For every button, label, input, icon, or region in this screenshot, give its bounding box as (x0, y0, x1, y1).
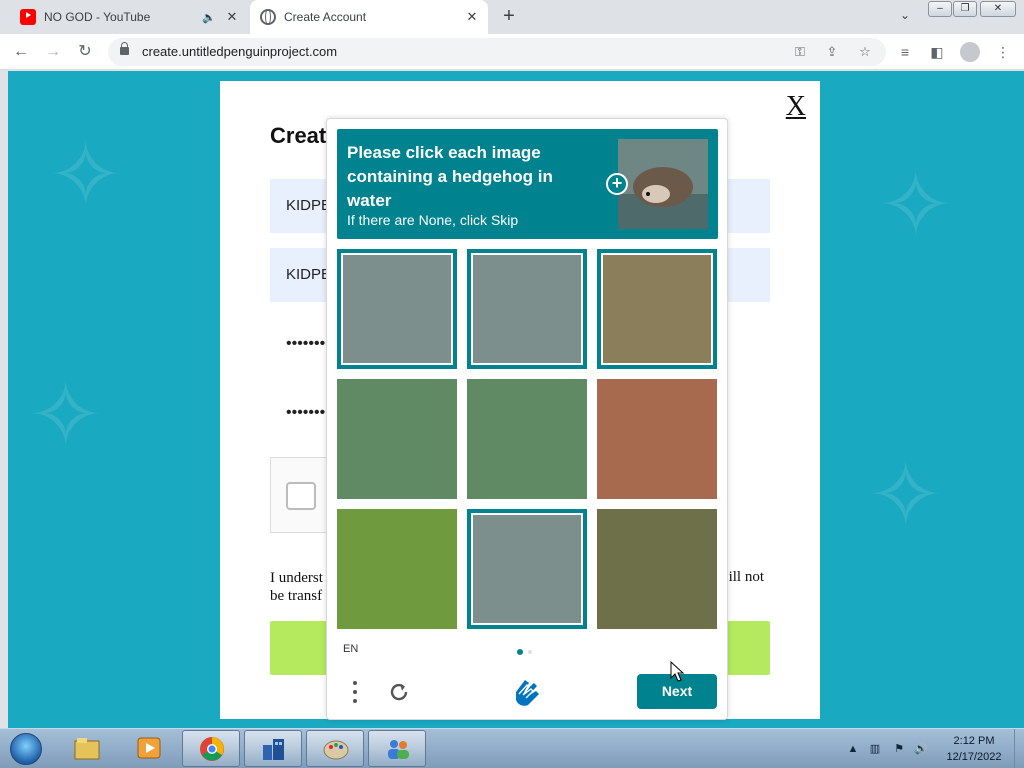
hedgehog-in-water-image (473, 515, 581, 623)
mouse-cursor-icon (670, 660, 685, 683)
youtube-icon (20, 9, 36, 25)
star-pattern-decoration: ✧ (878, 156, 954, 256)
refresh-icon[interactable] (387, 680, 411, 704)
close-window-button[interactable]: ✕ (980, 1, 1016, 17)
url-text[interactable]: create.untitledpenguinproject.com (142, 44, 337, 59)
captcha-subprompt-text: If there are None, click Skip (347, 212, 519, 228)
captcha-challenge: Please click each image containing a hed… (326, 118, 728, 720)
password-field[interactable]: •••••••• (286, 335, 331, 353)
rabbit-on-grass-image (337, 509, 457, 629)
taskbar-file-explorer[interactable] (58, 730, 116, 767)
media-controls-icon[interactable]: ≡ (894, 41, 916, 63)
restore-button[interactable]: ❐ (953, 1, 977, 17)
taskbar-chrome[interactable] (182, 730, 240, 767)
terms-text-right: ill not (728, 569, 764, 585)
back-arrow-icon[interactable]: ← (10, 41, 32, 63)
close-tab-icon[interactable]: ✕ (222, 7, 242, 27)
captcha-tile[interactable] (597, 509, 717, 629)
captcha-tile[interactable] (337, 379, 457, 499)
media-player-icon (137, 737, 161, 759)
hedgehog-in-water-example-image[interactable] (618, 139, 708, 229)
tab-search-chevron-icon[interactable]: ⌄ (896, 8, 914, 26)
show-hidden-icons-arrow-icon[interactable]: ▲ (846, 742, 860, 756)
captcha-prompt-banner: Please click each image containing a hed… (337, 129, 718, 239)
captcha-tile[interactable] (467, 249, 587, 369)
forward-arrow-icon[interactable]: → (42, 41, 64, 63)
captcha-tile[interactable] (597, 379, 717, 499)
hedgehog-on-grass-image (603, 255, 711, 363)
taskbar-buildings-app[interactable] (244, 730, 302, 767)
squirrel-on-tree-image (597, 509, 717, 629)
lock-icon[interactable] (120, 42, 129, 55)
tab-youtube[interactable]: NO GOD - YouTube 🔈 ✕ (8, 0, 248, 34)
star-pattern-decoration: ✧ (868, 446, 944, 546)
paint-icon (323, 740, 349, 760)
clock-date: 12/17/2022 (946, 751, 1002, 763)
hedgehog-in-water-image (473, 255, 581, 363)
page-indicator-dot (528, 650, 532, 654)
captcha-tile[interactable] (337, 249, 457, 369)
action-center-flag-icon[interactable]: ⚑ (892, 742, 906, 756)
windows-taskbar: ▲ ▥ ⚑ 🔊 2:12 PM 12/17/2022 (0, 728, 1024, 768)
captcha-tile[interactable] (597, 249, 717, 369)
star-pattern-decoration: ✧ (48, 126, 124, 226)
captcha-prompt-text: Please click each image containing a hed… (347, 143, 553, 210)
close-card-button[interactable]: X (786, 93, 806, 121)
reload-icon[interactable]: ↻ (74, 41, 96, 63)
tab-strip: NO GOD - YouTube 🔈 ✕ Create Account ✕ + … (0, 0, 1024, 34)
close-tab-icon[interactable]: ✕ (462, 7, 482, 27)
speaker-icon[interactable]: 🔈 (202, 11, 216, 24)
browser-toolbar: ← → ↻ create.untitledpenguinproject.com … (0, 34, 1024, 70)
new-tab-button[interactable]: + (498, 6, 520, 28)
share-icon[interactable]: ⇪ (822, 42, 842, 62)
captcha-tile[interactable] (337, 509, 457, 629)
buildings-icon (263, 739, 284, 760)
menu-kebab-icon[interactable]: ⋮ (992, 41, 1014, 63)
profile-avatar-icon[interactable] (960, 42, 980, 62)
network-icon[interactable]: ▥ (868, 742, 882, 756)
captcha-tile[interactable] (467, 379, 587, 499)
system-tray: ▲ ▥ ⚑ 🔊 (838, 729, 948, 768)
globe-icon (260, 9, 276, 25)
hedgehog-in-water-image (343, 255, 451, 363)
show-desktop-button[interactable] (1014, 729, 1024, 768)
windows-logo-icon (10, 733, 42, 765)
people-icon (388, 740, 409, 759)
language-selector[interactable]: EN (343, 643, 358, 655)
hedgehog-on-sand-image (597, 379, 717, 499)
taskbar-people-app[interactable] (368, 730, 426, 767)
tab-title: Create Account (284, 10, 367, 24)
system-clock[interactable]: 2:12 PM 12/17/2022 (942, 733, 1006, 765)
chrome-icon (200, 737, 224, 761)
taskbar-media-player[interactable] (120, 730, 178, 767)
file-explorer-icon (74, 738, 100, 760)
captcha-checkbox[interactable] (286, 482, 316, 510)
captcha-tile[interactable] (467, 509, 587, 629)
tab-create-account[interactable]: Create Account ✕ (250, 0, 488, 34)
volume-icon[interactable]: 🔊 (914, 742, 928, 756)
page-title: Creat (270, 123, 327, 148)
minimize-button[interactable]: – (928, 1, 952, 17)
turtle-underwater-image (467, 379, 587, 499)
clock-time: 2:12 PM (953, 735, 995, 747)
start-button[interactable] (4, 730, 48, 768)
page-indicator-dot (517, 649, 523, 655)
password-confirm-field[interactable]: •••••••• (286, 404, 331, 422)
turtle-underwater-image (337, 379, 457, 499)
bookmark-star-icon[interactable]: ☆ (855, 42, 875, 62)
tab-title: NO GOD - YouTube (44, 10, 151, 24)
hcaptcha-logo-icon[interactable] (510, 676, 544, 708)
zoom-plus-icon[interactable]: + (606, 173, 628, 195)
taskbar-paint[interactable] (306, 730, 364, 767)
side-panel-icon[interactable]: ◧ (926, 41, 948, 63)
menu-dots-icon[interactable] (345, 679, 365, 705)
star-pattern-decoration: ✧ (28, 366, 104, 466)
key-icon[interactable]: ⚿ (790, 42, 810, 62)
address-bar[interactable]: create.untitledpenguinproject.com ⚿ ⇪ ☆ (108, 38, 886, 66)
